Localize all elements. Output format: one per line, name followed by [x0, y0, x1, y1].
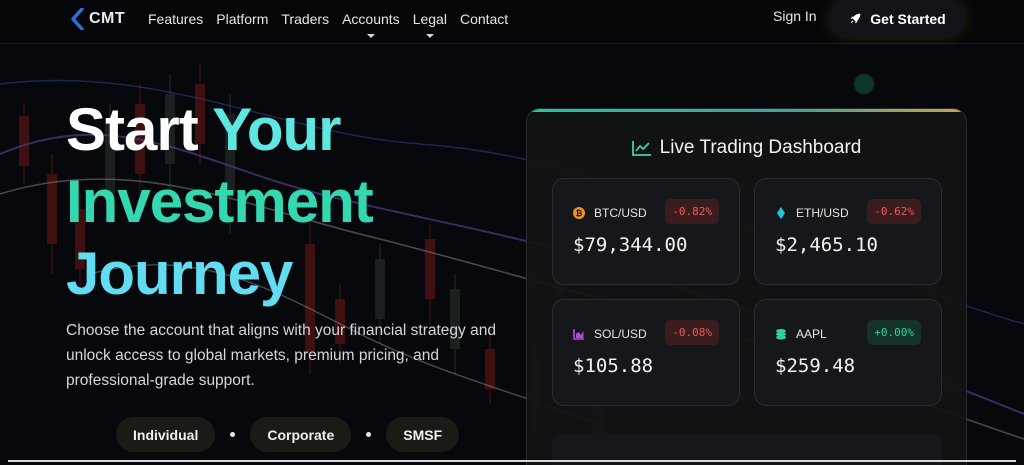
ticker-price: $259.48 — [775, 355, 856, 377]
ticker-change-badge: -0.62% — [867, 199, 921, 224]
ticker-price: $79,344.00 — [573, 234, 688, 256]
ticker-symbol-row: AAPL — [775, 327, 827, 341]
hero-title-investment: Investment — [66, 168, 374, 235]
hero-title: Start Your Investment Journey — [66, 94, 374, 310]
get-started-label: Get Started — [870, 10, 946, 27]
ticker-symbol: AAPL — [796, 327, 827, 341]
hero-description: Choose the account that aligns with your… — [66, 322, 496, 389]
ticker-change-badge: -0.82% — [665, 199, 719, 224]
chevron-down-icon — [366, 34, 375, 38]
coins-icon — [776, 329, 786, 340]
top-navbar: CMT Features Platform Traders Accounts L… — [0, 0, 1024, 44]
nav-link-accounts[interactable]: Accounts — [342, 11, 400, 38]
ticker-symbol: BTC/USD — [594, 206, 647, 220]
hero-title-start: Start — [66, 96, 213, 163]
rocket-icon — [850, 13, 861, 24]
hero-title-journey: Journey — [66, 240, 293, 307]
nav-links: Features Platform Traders Accounts Legal… — [148, 11, 521, 38]
nav-link-legal[interactable]: Legal — [412, 11, 447, 38]
account-pill-individual[interactable]: Individual — [116, 417, 216, 452]
separator-dot — [366, 432, 372, 437]
ticker-change-badge: -0.08% — [665, 320, 719, 345]
dashboard-accent-bar — [527, 109, 966, 112]
account-pill-corporate[interactable]: Corporate — [250, 417, 352, 452]
ticker-card-eth[interactable]: ETH/USD -0.62% $2,465.10 — [754, 178, 942, 285]
live-trading-dashboard: Live Trading Dashboard ₿ BTC/USD -0.82% … — [526, 108, 967, 465]
sign-in-link[interactable]: Sign In — [773, 8, 817, 24]
ticker-card-btc[interactable]: ₿ BTC/USD -0.82% $79,344.00 — [552, 178, 740, 285]
bitcoin-icon: ₿ — [573, 207, 585, 219]
svg-text:₿: ₿ — [576, 209, 583, 218]
brand-logo[interactable]: CMT — [70, 8, 125, 30]
ticker-card-sol[interactable]: SOL/USD -0.08% $105.88 — [552, 299, 740, 406]
ticker-symbol: ETH/USD — [796, 206, 849, 220]
hero-title-your: Your — [212, 96, 341, 163]
ticker-symbol-row: SOL/USD — [573, 327, 647, 341]
logo-text: CMT — [89, 10, 126, 27]
ticker-price: $105.88 — [573, 355, 654, 377]
dashboard-header: Live Trading Dashboard — [527, 137, 966, 159]
separator-dot — [230, 432, 236, 437]
account-type-pills: Individual Corporate SMSF — [116, 417, 460, 452]
chart-area-icon — [573, 329, 584, 340]
trend-chart-icon — [631, 141, 651, 156]
horizontal-scrollbar[interactable] — [8, 460, 1016, 462]
ticker-card-aapl[interactable]: AAPL +0.00% $259.48 — [754, 299, 942, 406]
ticker-price: $2,465.10 — [775, 234, 878, 256]
ethereum-icon — [777, 207, 785, 219]
nav-link-traders[interactable]: Traders — [281, 11, 329, 27]
dashboard-title: Live Trading Dashboard — [659, 137, 862, 158]
nav-link-legal-label: Legal — [412, 11, 447, 27]
ticker-symbol-row: ₿ BTC/USD — [573, 206, 647, 220]
get-started-button[interactable]: Get Started — [829, 0, 966, 37]
logo-chevron-icon — [71, 8, 84, 30]
nav-link-platform[interactable]: Platform — [216, 11, 268, 27]
chevron-down-icon — [425, 34, 434, 38]
ticker-symbol-row: ETH/USD — [775, 206, 849, 220]
nav-link-accounts-label: Accounts — [342, 11, 400, 27]
nav-link-contact[interactable]: Contact — [460, 11, 508, 27]
nav-link-features[interactable]: Features — [148, 11, 203, 27]
ticker-symbol: SOL/USD — [594, 327, 647, 341]
ticker-change-badge: +0.00% — [867, 320, 921, 345]
account-pill-smsf[interactable]: SMSF — [386, 417, 460, 452]
